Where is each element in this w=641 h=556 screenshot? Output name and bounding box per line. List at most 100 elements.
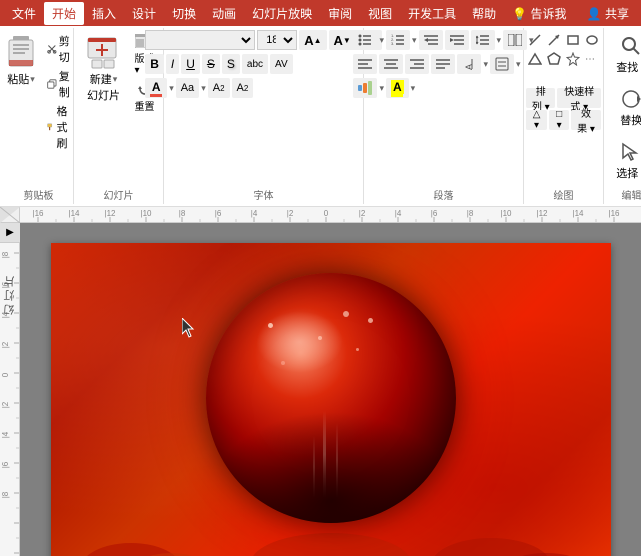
- paste-button[interactable]: 粘贴 ▾: [0, 30, 42, 91]
- menu-design[interactable]: 设计: [124, 2, 164, 25]
- shapes-grid: ⋯: [526, 30, 601, 86]
- font-color-dropdown: ▾: [169, 83, 174, 94]
- svg-text:|2: |2: [1, 401, 10, 408]
- menu-developer[interactable]: 开发工具: [400, 2, 464, 25]
- shape-pentagon[interactable]: [545, 49, 563, 69]
- clipboard-small-buttons: 剪切 复制: [44, 32, 77, 152]
- menu-tell-me[interactable]: 💡 告诉我: [504, 2, 574, 25]
- ribbon: 粘贴 ▾: [0, 26, 641, 207]
- paste-label: 粘贴: [7, 71, 29, 87]
- align-left-button[interactable]: [353, 54, 377, 74]
- svg-text:|4: |4: [1, 431, 10, 438]
- italic-button[interactable]: I: [166, 54, 179, 74]
- draw-group-content: ⋯ 排列 ▾ 快速样式 ▾: [526, 30, 601, 185]
- shape-triangle[interactable]: [526, 49, 544, 69]
- replace-button[interactable]: 替换: [611, 83, 641, 132]
- shadow-button[interactable]: S: [222, 54, 240, 74]
- shape-outline-label: □ ▾: [554, 109, 564, 131]
- superscript-label: A: [213, 82, 220, 94]
- svg-text:|6: |6: [431, 209, 438, 218]
- justify-button[interactable]: [431, 54, 455, 74]
- font-row-1: 18 A▲ A▼ A: [145, 30, 382, 50]
- menu-view[interactable]: 视图: [360, 2, 400, 25]
- superscript-button[interactable]: A2: [208, 78, 230, 98]
- select-label: 选择 ▾: [616, 165, 641, 181]
- decrease-indent-button[interactable]: [419, 30, 443, 50]
- convert-smartart-button[interactable]: [353, 78, 377, 98]
- font-name-select[interactable]: [145, 30, 255, 50]
- text-align-button[interactable]: [490, 54, 514, 74]
- font-case-button[interactable]: Aa: [176, 78, 199, 98]
- shape-arrow[interactable]: [545, 30, 563, 50]
- font-size-select[interactable]: 18: [257, 30, 297, 50]
- line-shape-icon: [528, 33, 542, 47]
- ribbon-content: 粘贴 ▾: [0, 26, 641, 206]
- font-color-button[interactable]: A: [145, 78, 167, 98]
- globe-dot-1: [268, 323, 273, 328]
- increase-indent-button[interactable]: [445, 30, 469, 50]
- editing-group: 查找 ▾ 替换 选择 ▾: [604, 28, 641, 204]
- shape-rect[interactable]: [564, 30, 582, 50]
- shape-outline-button[interactable]: □ ▾: [549, 110, 569, 130]
- menu-insert[interactable]: 插入: [84, 2, 124, 25]
- char-spacing-button[interactable]: abc: [242, 54, 268, 74]
- new-slide-label: 新建: [90, 71, 112, 87]
- edit-group-content: 查找 ▾ 替换 选择 ▾: [611, 30, 641, 185]
- cut-button[interactable]: 剪切: [44, 32, 77, 66]
- arrange-button[interactable]: 排列 ▾: [526, 88, 555, 108]
- strikethrough-button[interactable]: S: [202, 54, 220, 74]
- line-spacing-button[interactable]: [471, 30, 495, 50]
- svg-text:|10: |10: [141, 209, 153, 218]
- justify-icon: [436, 58, 450, 70]
- svg-text:0: 0: [324, 209, 329, 218]
- align-center-button[interactable]: [379, 54, 403, 74]
- shape-fill-button[interactable]: △ ▾: [526, 110, 547, 130]
- copy-button[interactable]: 复制: [44, 67, 77, 101]
- align-right-button[interactable]: [405, 54, 429, 74]
- cut-label: 剪切: [59, 33, 74, 65]
- font-color-a: A: [152, 80, 161, 94]
- globe-dot-2: [318, 336, 322, 340]
- scissors-icon: [47, 42, 57, 56]
- shape-line[interactable]: [526, 30, 544, 50]
- menu-help[interactable]: 帮助: [464, 2, 504, 25]
- underline-button[interactable]: U: [181, 54, 200, 74]
- globe-dot-3: [343, 311, 349, 317]
- ruler-corner: [0, 207, 20, 223]
- select-button[interactable]: 选择 ▾: [611, 136, 641, 185]
- collapse-panel-button[interactable]: ▶: [0, 223, 20, 243]
- menu-slideshow[interactable]: 幻灯片放映: [244, 2, 320, 25]
- collapse-arrow-icon: ▶: [6, 227, 14, 238]
- svg-text:|16: |16: [33, 209, 45, 218]
- shape-star[interactable]: [564, 49, 582, 69]
- deco-cloud-center: [251, 533, 411, 556]
- subscript-button[interactable]: A2: [232, 78, 254, 98]
- slide-canvas-area[interactable]: [20, 223, 641, 556]
- shape-more[interactable]: ⋯: [583, 49, 601, 69]
- rect-shape-icon: [566, 33, 580, 47]
- numbering-button[interactable]: 1. 2. 3.: [386, 30, 410, 50]
- new-slide-button[interactable]: 新建 ▾ 幻灯片: [79, 30, 129, 107]
- menu-home[interactable]: 开始: [44, 2, 84, 25]
- bold-button[interactable]: B: [145, 54, 164, 74]
- bullets-button[interactable]: [353, 30, 377, 50]
- font-row-3: A ▾ Aa ▾ A2 A2: [145, 78, 253, 98]
- find-button[interactable]: 查找 ▾: [611, 30, 641, 79]
- menu-review[interactable]: 审阅: [320, 2, 360, 25]
- menu-transitions[interactable]: 切换: [164, 2, 204, 25]
- menu-share[interactable]: 👤 共享: [579, 2, 637, 25]
- decrease-font-button[interactable]: A▼: [329, 30, 356, 50]
- shape-effects-button[interactable]: 效果 ▾: [571, 110, 601, 130]
- format-painter-button[interactable]: 格式刷: [44, 102, 77, 152]
- shape-oval[interactable]: [583, 30, 601, 50]
- menu-file[interactable]: 文件: [4, 2, 44, 25]
- kerning-button[interactable]: AV: [270, 54, 293, 74]
- menu-animations[interactable]: 动画: [204, 2, 244, 25]
- text-direction-button[interactable]: A: [457, 54, 481, 74]
- ruler-horizontal: |16 |14 |12 |10 |8 |6: [20, 207, 641, 223]
- line-spacing-icon: [476, 33, 490, 47]
- triangle-shape-icon: [528, 52, 542, 66]
- font-group-content: 18 A▲ A▼ A B: [145, 30, 382, 185]
- increase-font-button[interactable]: A▲: [299, 30, 326, 50]
- highlight-button[interactable]: A: [386, 78, 409, 98]
